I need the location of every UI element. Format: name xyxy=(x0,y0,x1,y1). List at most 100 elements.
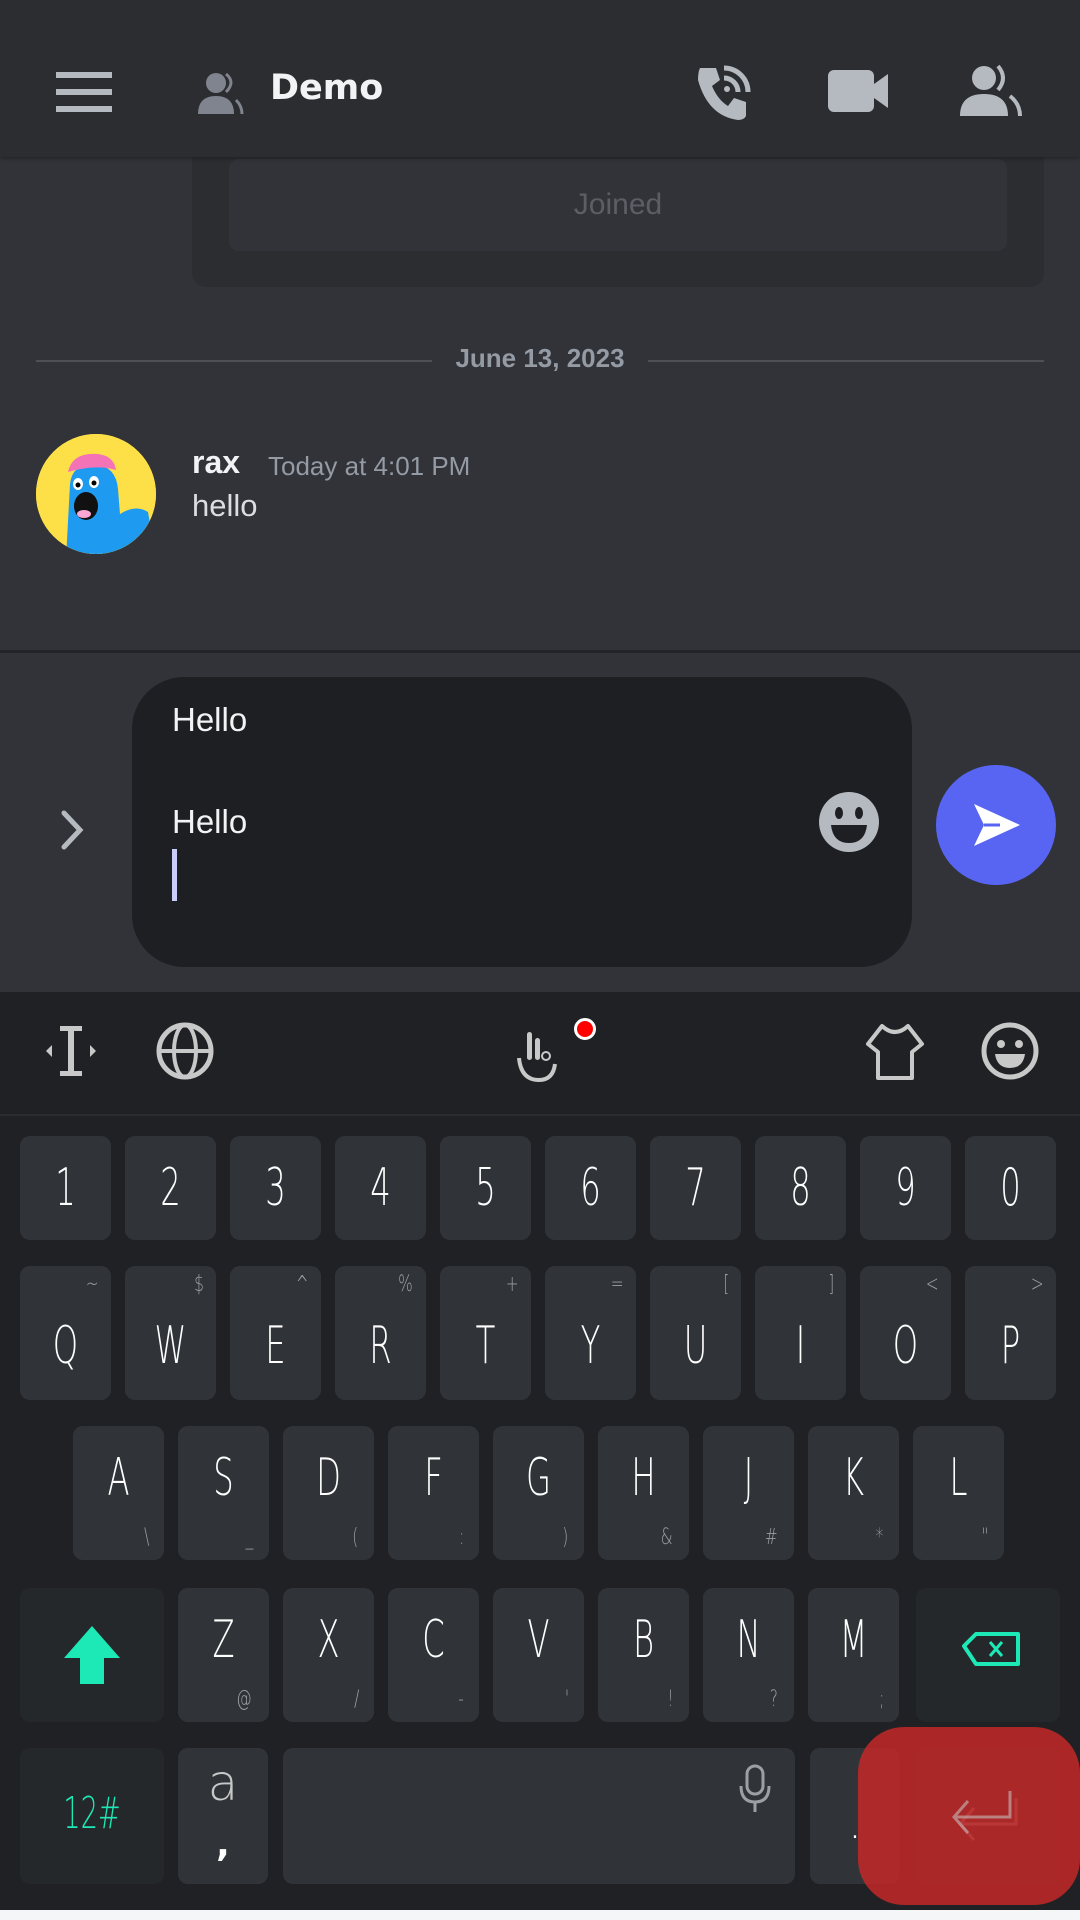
key-label: M xyxy=(839,1610,868,1670)
message-username[interactable]: rax xyxy=(192,444,240,481)
letter-key[interactable]: D( xyxy=(283,1426,374,1560)
letter-key[interactable]: B! xyxy=(598,1588,689,1722)
message-input[interactable]: Hello Hello xyxy=(132,677,912,967)
letter-key[interactable]: O < xyxy=(860,1266,951,1400)
letter-key[interactable]: P > xyxy=(965,1266,1056,1400)
letter-key[interactable]: V ' xyxy=(493,1588,584,1722)
channel-title: Demo xyxy=(270,68,384,108)
letter-key[interactable]: E ^ xyxy=(230,1266,321,1400)
letter-key[interactable]: S _ xyxy=(178,1426,269,1560)
space-bar[interactable] xyxy=(283,1748,795,1884)
text-caret xyxy=(172,849,177,901)
letter-key[interactable]: T + xyxy=(440,1266,531,1400)
key-secondary-label: ^ xyxy=(295,1272,309,1297)
key-secondary-label: ; xyxy=(878,1687,884,1712)
number-key[interactable]: 4 xyxy=(335,1136,426,1240)
key-secondary-label: \ xyxy=(143,1525,149,1550)
letter-key[interactable]: N? xyxy=(703,1588,794,1722)
letter-key[interactable]: L " xyxy=(913,1426,1004,1560)
letter-key[interactable]: R% xyxy=(335,1266,426,1400)
letter-key[interactable]: A \ xyxy=(73,1426,164,1560)
letter-key[interactable]: K * xyxy=(808,1426,899,1560)
letter-key[interactable]: C- xyxy=(388,1588,479,1722)
key-secondary-label: ~ xyxy=(85,1272,99,1297)
members-icon[interactable] xyxy=(960,64,1022,117)
voice-call-icon[interactable] xyxy=(694,62,754,122)
globe-icon[interactable] xyxy=(150,1016,220,1086)
letter-key[interactable]: M; xyxy=(808,1588,899,1722)
emoji-picker-icon[interactable] xyxy=(818,791,880,853)
key-label: W xyxy=(154,1316,187,1376)
avatar[interactable] xyxy=(36,434,156,554)
key-secondary-label: _ xyxy=(245,1525,254,1550)
key-label: 4 xyxy=(370,1158,391,1218)
key-secondary-label: = xyxy=(610,1272,624,1297)
key-label: A xyxy=(107,1448,130,1508)
number-key[interactable]: 0 xyxy=(965,1136,1056,1240)
gesture-icon[interactable] xyxy=(505,1016,575,1086)
key-label: I xyxy=(795,1316,806,1376)
number-key[interactable]: 6 xyxy=(545,1136,636,1240)
key-secondary-label: ! xyxy=(667,1687,674,1712)
key-label: J xyxy=(743,1448,754,1508)
chat-messages: Joined June 13, 2023 rax Today at 4:01 P… xyxy=(0,157,1080,650)
message-timestamp: Today at 4:01 PM xyxy=(268,451,471,481)
number-key[interactable]: 1 xyxy=(20,1136,111,1240)
key-label: 1 xyxy=(55,1158,76,1218)
key-label: H xyxy=(631,1448,656,1508)
key-label: S xyxy=(213,1448,234,1508)
number-key[interactable]: 5 xyxy=(440,1136,531,1240)
letter-key[interactable]: G) xyxy=(493,1426,584,1560)
backspace-key[interactable] xyxy=(916,1588,1060,1722)
key-secondary-label: ] xyxy=(828,1272,835,1297)
key-label: N xyxy=(736,1610,761,1670)
joined-button[interactable]: Joined xyxy=(229,159,1007,251)
expand-actions-button[interactable] xyxy=(52,805,92,855)
number-key[interactable]: 9 xyxy=(860,1136,951,1240)
letter-key[interactable]: J # xyxy=(703,1426,794,1560)
letter-key[interactable]: F: xyxy=(388,1426,479,1560)
shift-arrow-icon xyxy=(64,1626,120,1684)
key-secondary-label: ? xyxy=(770,1687,779,1712)
menu-icon[interactable] xyxy=(56,72,112,112)
letter-key[interactable]: Z @ xyxy=(178,1588,269,1722)
key-label: 8 xyxy=(790,1158,811,1218)
key-label: Y xyxy=(580,1316,601,1376)
key-label: 5 xyxy=(475,1158,496,1218)
channel-header: Demo xyxy=(0,0,1080,157)
number-key[interactable]: 8 xyxy=(755,1136,846,1240)
key-label: B xyxy=(632,1610,655,1670)
key-secondary-label: & xyxy=(660,1525,673,1550)
letter-key[interactable]: U[ xyxy=(650,1266,741,1400)
letter-key[interactable]: Q ~ xyxy=(20,1266,111,1400)
join-card: Joined xyxy=(192,157,1044,287)
notification-dot xyxy=(574,1018,596,1040)
letter-key[interactable]: H & xyxy=(598,1426,689,1560)
comma-key[interactable]: a , xyxy=(178,1748,268,1884)
send-button[interactable] xyxy=(936,765,1056,885)
emoji-icon[interactable] xyxy=(975,1016,1045,1086)
number-key[interactable]: 2 xyxy=(125,1136,216,1240)
letter-key[interactable]: Y = xyxy=(545,1266,636,1400)
navigation-bar-edge xyxy=(0,1910,1080,1920)
number-key[interactable]: 7 xyxy=(650,1136,741,1240)
date-divider: June 13, 2023 xyxy=(455,343,625,373)
letter-key[interactable]: X / xyxy=(283,1588,374,1722)
symbols-key[interactable]: 12# xyxy=(20,1748,164,1884)
date-divider-line-right xyxy=(648,360,1044,362)
video-call-icon[interactable] xyxy=(828,68,890,114)
key-secondary-label: [ xyxy=(723,1272,730,1297)
shift-key[interactable] xyxy=(20,1588,164,1722)
key-label: G xyxy=(526,1448,551,1508)
number-key[interactable]: 3 xyxy=(230,1136,321,1240)
letter-key[interactable]: W $ xyxy=(125,1266,216,1400)
key-label: K xyxy=(842,1448,865,1508)
cursor-move-icon[interactable] xyxy=(36,1016,106,1086)
key-secondary-label: * xyxy=(875,1525,884,1550)
enter-key-highlight xyxy=(858,1727,1080,1905)
microphone-icon[interactable] xyxy=(735,1764,775,1814)
letter-key[interactable]: I] xyxy=(755,1266,846,1400)
theme-shirt-icon[interactable] xyxy=(860,1016,930,1086)
key-secondary-label: % xyxy=(398,1272,413,1297)
backspace-icon xyxy=(962,1632,1020,1666)
